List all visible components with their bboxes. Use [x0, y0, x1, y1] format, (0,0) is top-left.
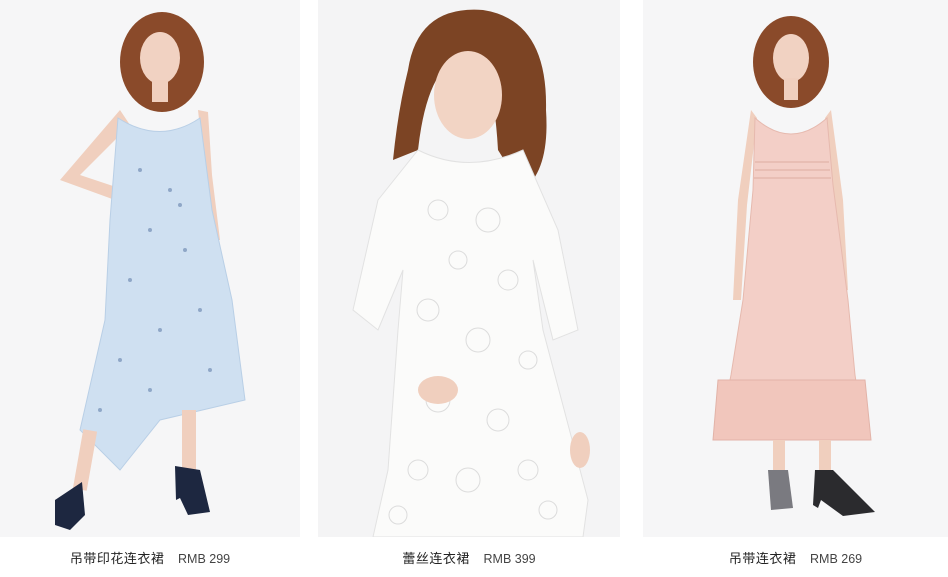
product-image[interactable]	[643, 0, 948, 537]
product-caption[interactable]: 吊带印花连衣裙 RMB 299	[0, 548, 300, 567]
product-card[interactable]: 蕾丝连衣裙 RMB 399	[318, 0, 620, 577]
product-card[interactable]: 吊带连衣裙 RMB 269	[643, 0, 948, 577]
product-price: RMB 299	[178, 552, 231, 566]
product-price: RMB 269	[810, 552, 863, 566]
model-photo-lace-dress	[318, 0, 620, 537]
product-name[interactable]: 蕾丝连衣裙	[402, 552, 470, 567]
product-grid: 吊带印花连衣裙 RMB 299 蕾丝连衣裙 RMB 399 吊带连衣裙 RMB …	[0, 0, 948, 577]
product-name[interactable]: 吊带连衣裙	[729, 552, 797, 567]
product-caption[interactable]: 吊带连衣裙 RMB 269	[643, 548, 948, 567]
product-image[interactable]	[318, 0, 620, 537]
model-photo-floral-slip-dress	[0, 0, 300, 537]
product-price: RMB 399	[483, 552, 536, 566]
product-caption[interactable]: 蕾丝连衣裙 RMB 399	[318, 548, 620, 567]
product-image[interactable]	[0, 0, 300, 537]
product-card[interactable]: 吊带印花连衣裙 RMB 299	[0, 0, 300, 577]
product-name[interactable]: 吊带印花连衣裙	[70, 552, 165, 567]
model-photo-velvet-slip-dress	[643, 0, 948, 537]
